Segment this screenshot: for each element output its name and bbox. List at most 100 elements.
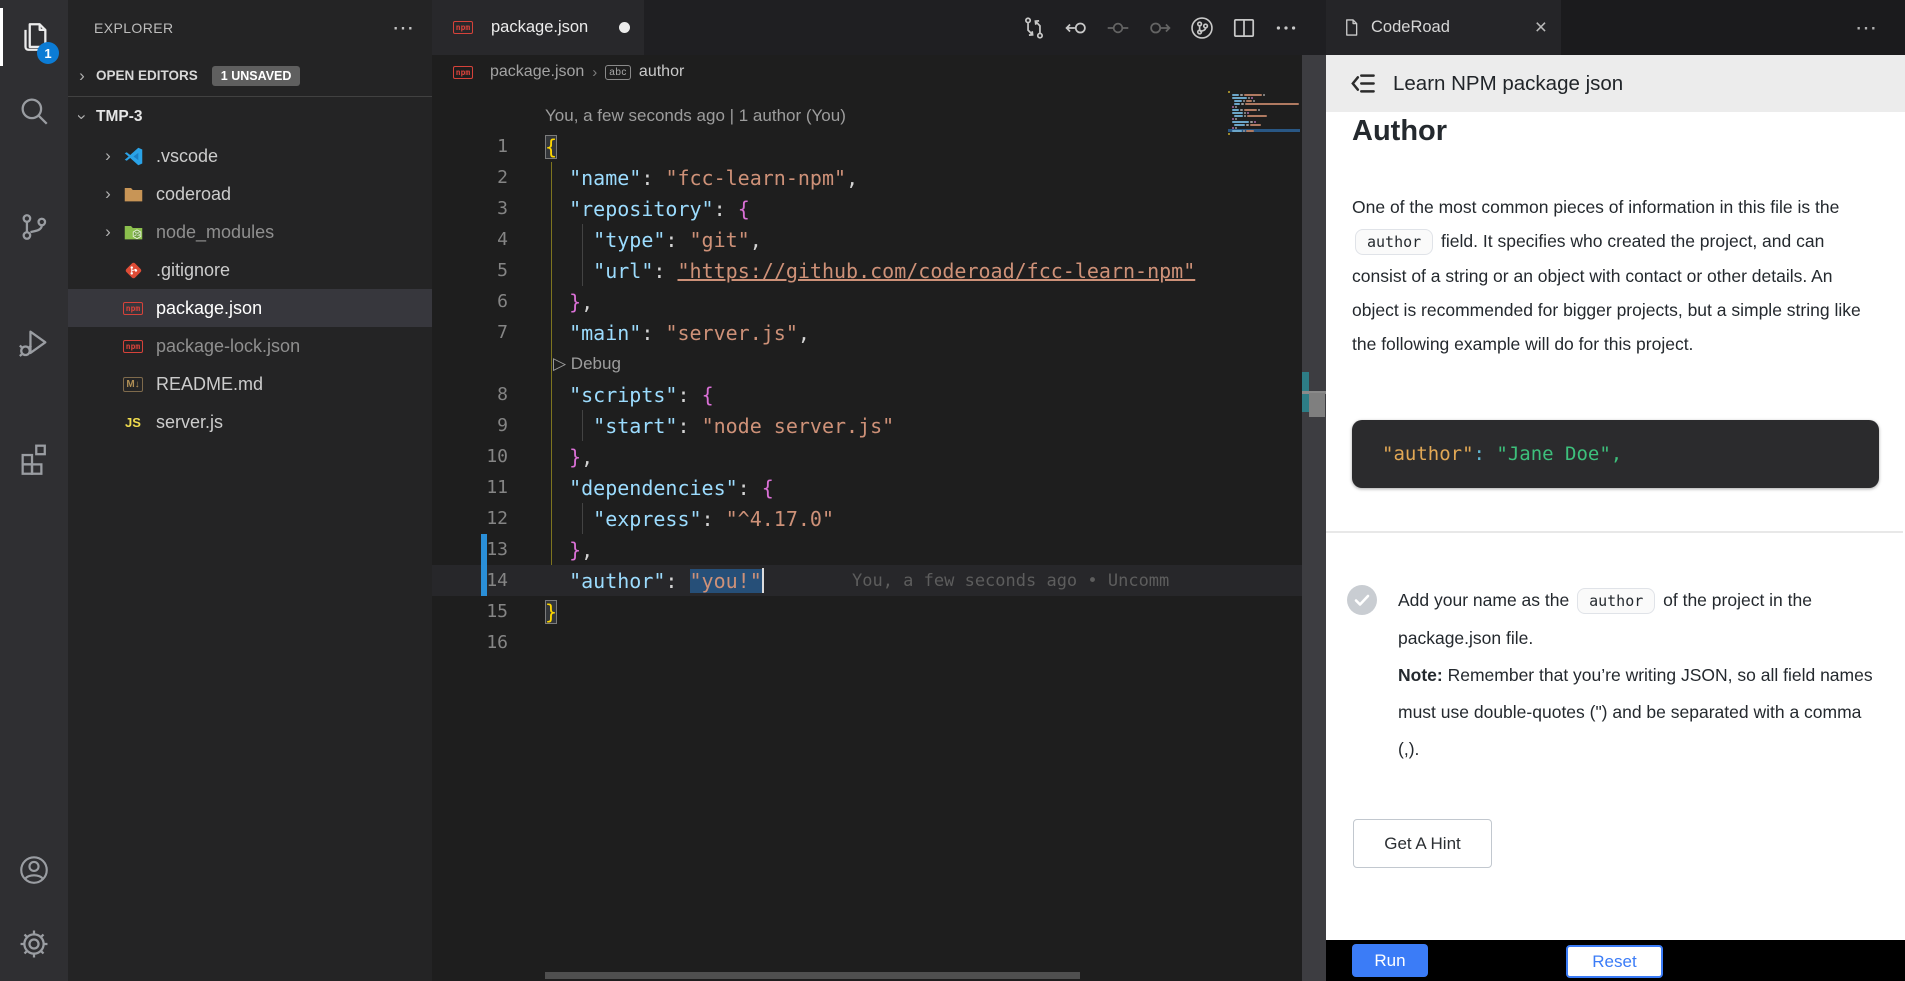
code-line-10[interactable]: 10 }, <box>432 441 1302 472</box>
code-line-5[interactable]: 5 "url": "https://github.com/coderoad/fc… <box>432 255 1302 286</box>
file-label: README.md <box>156 374 263 395</box>
file-.gitignore[interactable]: .gitignore <box>68 251 432 289</box>
modified-dot-icon <box>619 22 630 33</box>
code-line-15[interactable]: 15} <box>432 596 1302 627</box>
code-line-7[interactable]: 7 "main": "server.js", <box>432 317 1302 348</box>
account-icon <box>17 853 51 887</box>
code-line-9[interactable]: 9 "start": "node server.js" <box>432 410 1302 441</box>
workspace-root[interactable]: › TMP-3 <box>68 97 432 137</box>
explorer-badge: 1 <box>37 42 59 64</box>
coderoad-footer: Run Reset <box>1326 940 1905 981</box>
npm-icon: npm <box>123 340 143 353</box>
file-label: coderoad <box>156 184 231 205</box>
codelens[interactable]: You, a few seconds ago | 1 author (You) <box>432 100 1302 131</box>
activity-settings[interactable] <box>0 907 68 981</box>
run-button[interactable]: Run <box>1352 944 1428 977</box>
codelens[interactable]: ▷ Debug <box>432 348 1302 379</box>
panel-tab-bar: CodeRoad × ⋯ <box>1326 0 1905 55</box>
file-coderoad[interactable]: ›coderoad <box>68 175 432 213</box>
js-icon: JS <box>125 415 141 430</box>
close-icon[interactable]: × <box>1535 16 1547 40</box>
file-label: node_modules <box>156 222 274 243</box>
line-number: 4 <box>432 229 508 250</box>
line-number: 16 <box>432 632 508 653</box>
git-icon <box>123 260 144 281</box>
line-content: "dependencies": { <box>545 476 774 500</box>
snippet-colon: : <box>1474 443 1485 465</box>
line-number: 14 <box>432 570 508 591</box>
code-line-4[interactable]: 4 "type": "git", <box>432 224 1302 255</box>
folder-icon <box>123 184 144 205</box>
file-node_modules[interactable]: ›JSnode_modules <box>68 213 432 251</box>
code-line-6[interactable]: 6 }, <box>432 286 1302 317</box>
overview-ruler-scrollbar[interactable] <box>1302 55 1326 981</box>
open-editors-section[interactable]: › OPEN EDITORS 1 UNSAVED <box>68 55 432 97</box>
reverse-continue-icon[interactable] <box>1062 14 1090 42</box>
panel-more-actions-icon[interactable]: ⋯ <box>1855 15 1905 41</box>
reset-button[interactable]: Reset <box>1566 945 1663 978</box>
code-line-13[interactable]: 13 }, <box>432 534 1302 565</box>
coderoad-play-icon[interactable] <box>1188 14 1216 42</box>
menu-collapse-icon[interactable] <box>1350 70 1377 97</box>
tab-package-json[interactable]: npm package.json <box>432 0 644 55</box>
editor-group: npm package.json <box>432 0 1326 981</box>
code-line-11[interactable]: 11 "dependencies": { <box>432 472 1302 503</box>
chevron-down-icon: › <box>72 109 92 125</box>
activity-source-control[interactable] <box>0 190 68 264</box>
code-line-3[interactable]: 3 "repository": { <box>432 193 1302 224</box>
split-editor-icon[interactable] <box>1230 14 1258 42</box>
chevron-right-icon: › <box>74 66 90 86</box>
search-icon <box>17 94 51 128</box>
minimap[interactable] <box>1228 90 1300 146</box>
task-check-icon <box>1347 585 1377 615</box>
explorer-sidebar: EXPLORER ⋯ › OPEN EDITORS 1 UNSAVED › TM… <box>68 0 432 981</box>
codelens-text[interactable]: You, a few seconds ago | 1 author (You) <box>432 106 846 126</box>
line-number: 15 <box>432 601 508 622</box>
code-line-8[interactable]: 8 "scripts": { <box>432 379 1302 410</box>
file-package.json[interactable]: npmpackage.json <box>68 289 432 327</box>
code-line-1[interactable]: 1{ <box>432 131 1302 162</box>
code-line-14[interactable]: 14 "author": "you!"You, a few seconds ag… <box>432 565 1302 596</box>
get-hint-button[interactable]: Get A Hint <box>1353 819 1492 868</box>
vscode-window: 1 <box>0 0 1905 981</box>
activity-account[interactable] <box>0 833 68 907</box>
activity-explorer[interactable]: 1 <box>0 0 68 74</box>
breadcrumb-symbol[interactable]: author <box>639 63 684 81</box>
sidebar-more-actions-icon[interactable]: ⋯ <box>392 15 416 41</box>
code-area[interactable]: You, a few seconds ago | 1 author (You) 1… <box>432 89 1302 969</box>
markdown-icon: M↓ <box>123 377 142 392</box>
file-package-lock.json[interactable]: npmpackage-lock.json <box>68 327 432 365</box>
codelens-text[interactable]: ▷ Debug <box>432 354 621 374</box>
activity-search[interactable] <box>0 74 68 148</box>
code-line-2[interactable]: 2 "name": "fcc-learn-npm", <box>432 162 1302 193</box>
more-actions-icon[interactable] <box>1272 14 1300 42</box>
file-.vscode[interactable]: ›.vscode <box>68 137 432 175</box>
file-README.md[interactable]: M↓ README.md <box>68 365 432 403</box>
line-number: 3 <box>432 198 508 219</box>
breadcrumb-file[interactable]: package.json <box>490 63 584 81</box>
activity-extensions[interactable] <box>0 422 68 496</box>
file-server.js[interactable]: JS server.js <box>68 403 432 441</box>
run-debug-icon <box>17 326 51 360</box>
activity-run-debug[interactable] <box>0 306 68 380</box>
tab-coderoad[interactable]: CodeRoad × <box>1326 0 1561 55</box>
record-step-icon[interactable] <box>1104 14 1132 42</box>
line-number: 5 <box>432 260 508 281</box>
code-line-12[interactable]: 12 "express": "^4.17.0" <box>432 503 1302 534</box>
vscode-icon <box>123 146 144 167</box>
gear-icon <box>17 927 51 961</box>
line-content: "url": "https://github.com/coderoad/fcc-… <box>545 259 1195 283</box>
file-label: .vscode <box>156 146 218 167</box>
inline-code-chip: author <box>1355 229 1433 255</box>
code-line-16[interactable]: 16 <box>432 627 1302 658</box>
file-label: server.js <box>156 412 223 433</box>
horizontal-scrollbar[interactable] <box>545 972 1080 979</box>
node-icon: JS <box>120 221 146 243</box>
continue-icon[interactable] <box>1146 14 1174 42</box>
switch-sides-icon[interactable] <box>1020 14 1048 42</box>
text-cursor <box>762 568 764 593</box>
scrollbar-slider[interactable] <box>1309 393 1325 417</box>
snippet-value: "Jane Doe", <box>1485 443 1622 465</box>
breadcrumb[interactable]: npm package.json › abc author <box>432 55 1302 89</box>
modified-gutter-marker <box>481 534 487 565</box>
